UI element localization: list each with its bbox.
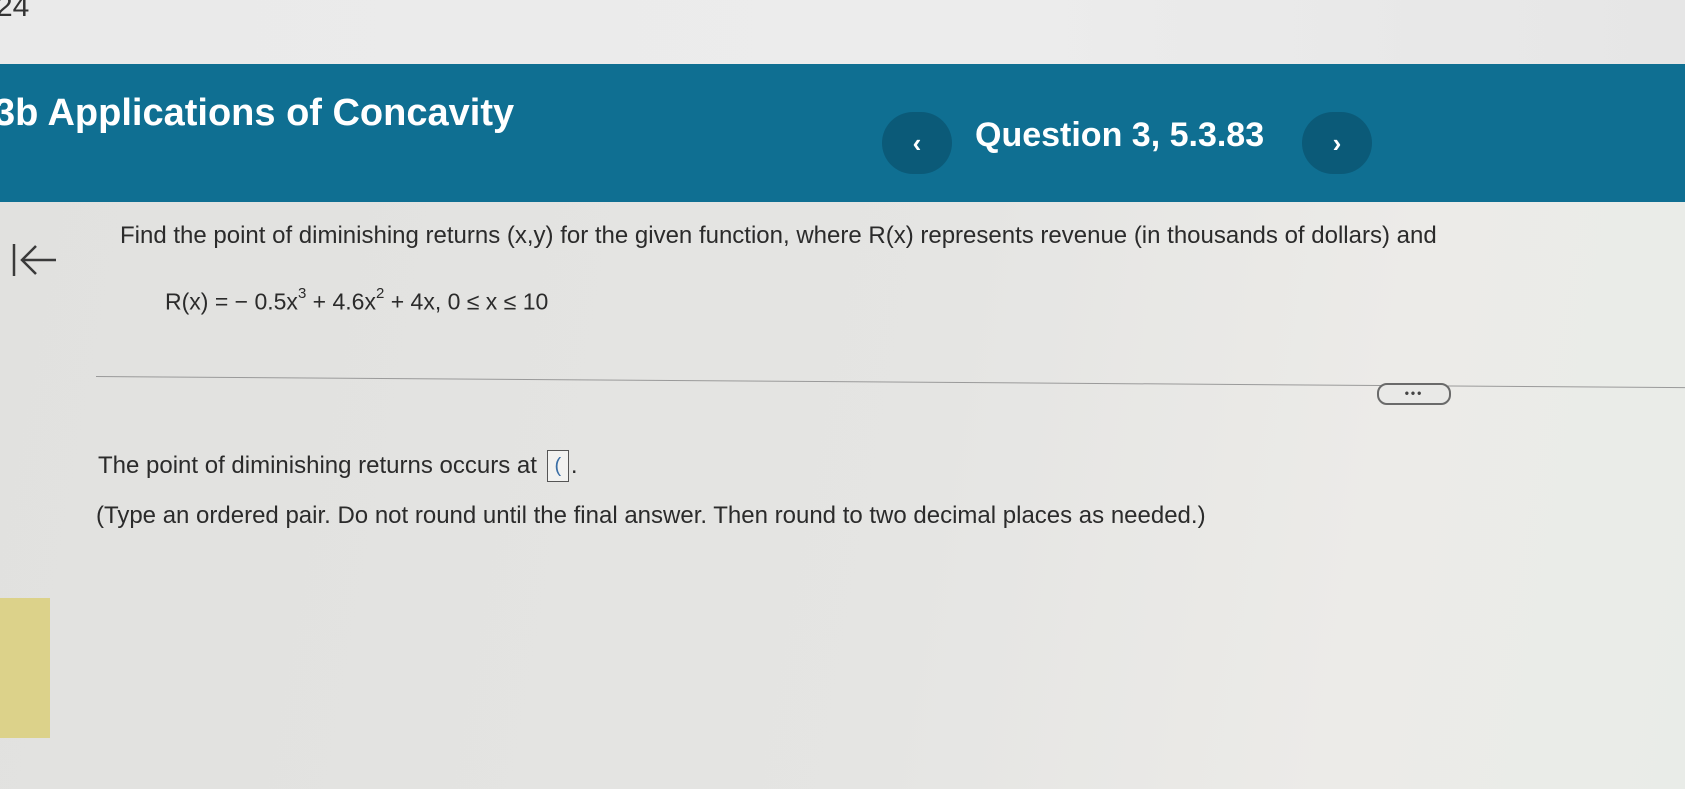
ordered-pair-input[interactable]: ( (546, 450, 569, 482)
problem-prompt: Find the point of diminishing returns (x… (120, 222, 1437, 249)
assignment-header: 3b Applications of Concavity ‹ Question … (0, 64, 1685, 202)
corner-text: 24 (0, 0, 30, 23)
revenue-equation: R(x) = − 0.5x3 + 4.6x2 + 4x, 0 ≤ x ≤ 10 (165, 285, 549, 316)
collapse-left-arrow-icon[interactable] (10, 240, 58, 280)
browser-top-strip: 24 (0, 0, 1685, 64)
equation-exponent-2: 2 (375, 285, 385, 302)
chevron-right-icon: › (1332, 127, 1342, 158)
equation-middle: + 4.6x (306, 288, 376, 315)
answer-instructions: (Type an ordered pair. Do not round unti… (96, 502, 1206, 529)
previous-question-button[interactable]: ‹ (882, 112, 952, 174)
chevron-left-icon: ‹ (912, 127, 922, 158)
answer-line: The point of diminishing returns occurs … (98, 450, 578, 482)
answer-lead-text: The point of diminishing returns occurs … (98, 452, 537, 479)
equation-lhs: R(x) = − 0.5x (165, 288, 298, 315)
next-question-button[interactable]: › (1302, 112, 1372, 174)
question-content: Find the point of diminishing returns (x… (0, 202, 1685, 789)
sidebar-accent (0, 598, 50, 738)
equation-rhs: + 4x, 0 ≤ x ≤ 10 (384, 288, 549, 315)
more-options-button[interactable]: ••• (1377, 383, 1451, 405)
equation-exponent-3: 3 (297, 285, 307, 302)
section-title: 3b Applications of Concavity (0, 92, 515, 134)
answer-suffix: . (570, 452, 578, 479)
question-label: Question 3, 5.3.83 (975, 116, 1265, 154)
